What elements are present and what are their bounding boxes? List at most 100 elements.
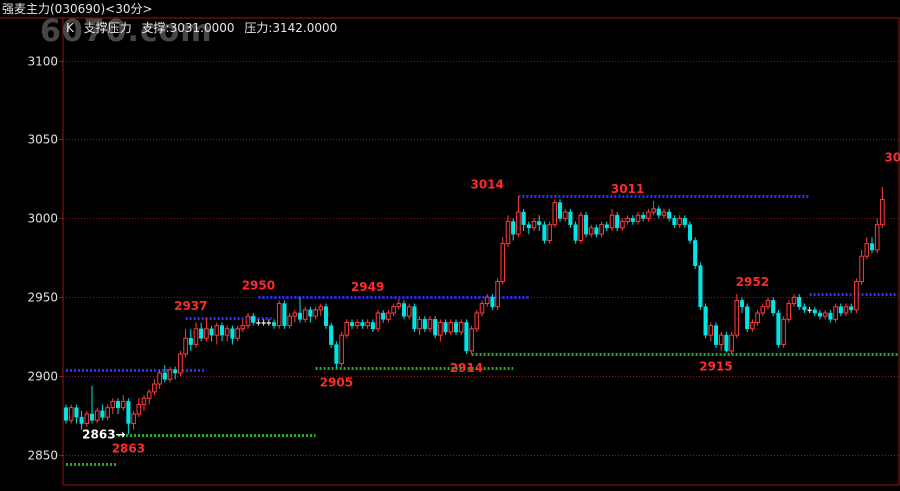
candle [656, 205, 661, 219]
candle-body [339, 334, 344, 365]
candle-body [781, 318, 786, 346]
candle [427, 316, 433, 332]
candle-body [282, 303, 287, 326]
price-label: 2863→ [82, 428, 125, 442]
candle [251, 313, 256, 326]
candle [219, 322, 225, 342]
price-label: 2915 [699, 359, 732, 373]
candle-body [797, 297, 802, 307]
candle-body [838, 306, 843, 314]
candle-body [448, 321, 454, 333]
candle [822, 309, 828, 320]
candle-body [349, 322, 355, 326]
candle-body [422, 319, 427, 330]
candle-body [68, 407, 74, 421]
candle [183, 328, 188, 358]
chart-area: 2937 2950 2949 3014 3011 2952 30 2905 2914 2915 28… [0, 0, 900, 487]
candle [110, 398, 116, 415]
candle [230, 325, 235, 345]
candle [474, 309, 480, 332]
candle [256, 319, 261, 326]
candle [479, 300, 485, 317]
candle-body [146, 391, 152, 399]
candle [354, 319, 360, 329]
candle-body [183, 337, 188, 355]
candle-body [443, 322, 448, 333]
candle-body [641, 214, 646, 219]
candle-body [214, 325, 220, 336]
candle [63, 404, 69, 424]
candle-body [193, 328, 199, 346]
price-label: 30 [884, 150, 900, 164]
candle-body [329, 325, 334, 345]
candle [500, 237, 506, 285]
price-label: 2950 [242, 278, 275, 292]
candle-body [245, 315, 251, 327]
candle [635, 212, 641, 225]
candle-body [516, 211, 521, 235]
candle-body [188, 338, 193, 345]
candle-body [526, 224, 531, 229]
candle-body [672, 218, 677, 225]
candle [245, 313, 251, 329]
candle [864, 237, 870, 260]
candle-body [604, 224, 609, 229]
candle [193, 322, 199, 348]
candle [94, 407, 100, 424]
chart-title: 强麦主力(030690)<30分> [2, 2, 153, 16]
candle [381, 309, 386, 323]
candle [370, 319, 375, 332]
candle-body [105, 407, 110, 418]
plot-frame [62, 17, 900, 486]
candle-body [739, 300, 745, 307]
candle-body [453, 322, 459, 333]
candle [443, 319, 448, 336]
candle-body [276, 303, 282, 327]
candle [802, 303, 807, 314]
candle-body [131, 413, 136, 424]
candle-body [687, 224, 693, 241]
candle [162, 365, 167, 383]
candle-body [802, 306, 807, 311]
candle [261, 319, 266, 326]
candle-body [588, 227, 594, 235]
candle-body [854, 280, 859, 311]
candle-body [256, 322, 261, 324]
candle-body [152, 383, 157, 393]
candle [807, 306, 812, 314]
candle [828, 309, 833, 323]
candle-body [360, 322, 365, 326]
price-label: 2949 [351, 280, 384, 294]
candle-body [537, 221, 542, 225]
candle [188, 328, 193, 351]
candle-body [511, 221, 516, 235]
candle [646, 208, 651, 222]
candle-body [251, 315, 256, 323]
candle [594, 224, 599, 238]
price-label: 2914 [450, 361, 483, 375]
candle-body [833, 306, 838, 320]
candle-body [370, 322, 375, 330]
candle-body [396, 303, 402, 308]
candle [448, 319, 454, 336]
candle-body [63, 407, 69, 421]
candle [739, 297, 745, 314]
candle-body [354, 321, 360, 327]
candle [729, 331, 734, 355]
candle-body [224, 328, 230, 336]
candle-body [199, 328, 204, 339]
candle-body [308, 309, 313, 317]
candle-body [438, 321, 443, 336]
candle-body [661, 211, 667, 216]
candle [375, 309, 381, 332]
candle [521, 208, 526, 231]
candle-body [703, 306, 708, 336]
legend-support-value: 支撑:3031.0000 [141, 21, 235, 35]
candle [511, 218, 516, 241]
candle [562, 208, 568, 222]
y-tick-label: 3000 [27, 212, 58, 226]
candle-body [557, 202, 563, 219]
candle [771, 297, 776, 317]
candle [74, 404, 79, 424]
candle [838, 303, 843, 317]
